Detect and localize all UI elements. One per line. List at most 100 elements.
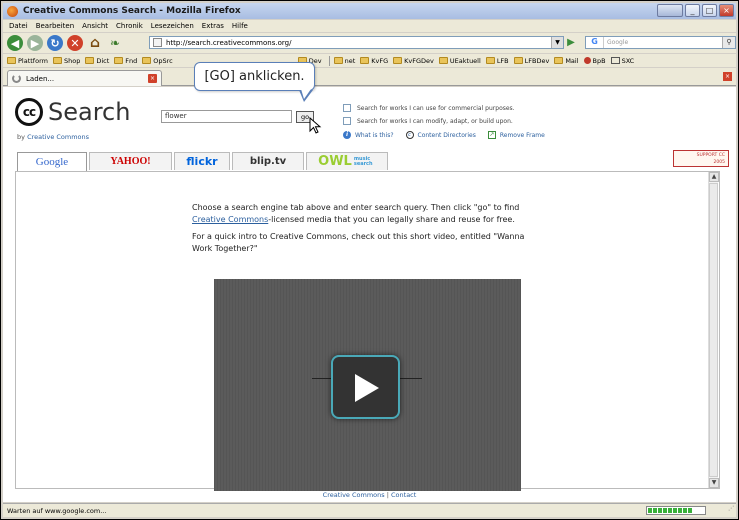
footer-cc-link[interactable]: Creative Commons (323, 491, 385, 499)
maximize-button[interactable]: □ (702, 4, 717, 17)
footer-contact-link[interactable]: Contact (391, 491, 416, 499)
commercial-checkbox[interactable] (343, 104, 351, 112)
intro-cc-link[interactable]: Creative Commons (192, 215, 268, 224)
resize-grip-icon[interactable]: ⋰ (712, 505, 734, 515)
scroll-down-icon[interactable]: ▼ (709, 478, 719, 488)
menu-bearbeiten[interactable]: Bearbeiten (36, 22, 74, 30)
tab-bliptv[interactable]: blip.tv (232, 152, 304, 170)
bookmark-folder[interactable]: Fnd (114, 57, 137, 65)
menu-chronik[interactable]: Chronik (116, 22, 143, 30)
bookmark-folder[interactable]: LFBDev (513, 57, 549, 65)
bookmarks-toolbar: Plattform Shop Dict Fnd OpSrc Dev net Kv… (3, 54, 736, 67)
folder-icon (393, 57, 403, 64)
progress-segment (678, 508, 682, 513)
remove-frame-icon: ↗ (487, 131, 496, 139)
google-engine-icon[interactable]: G (586, 37, 604, 48)
folder-icon (360, 57, 370, 64)
tab-owl[interactable]: OWL music search (306, 152, 388, 170)
menu-hilfe[interactable]: Hilfe (232, 22, 248, 30)
close-button[interactable]: × (719, 4, 734, 17)
logo-search-text: Search (48, 98, 131, 126)
remove-frame-link[interactable]: ↗ Remove Frame (487, 131, 545, 139)
option-modify[interactable]: Search for works I can modify, adapt, or… (343, 117, 513, 125)
bookmark-sxc[interactable]: SXC (610, 57, 634, 65)
modify-checkbox[interactable] (343, 117, 351, 125)
window-bubble-icon (657, 4, 683, 17)
search-input[interactable]: flower (161, 110, 292, 123)
bookmark-folder[interactable]: UEaktuell (438, 57, 481, 65)
window-title: Creative Commons Search - Mozilla Firefo… (23, 6, 241, 16)
cc-logo-icon: cc (15, 98, 43, 126)
cc-search-logo[interactable]: cc Search (15, 98, 130, 126)
back-arrow-icon[interactable]: ◀ (7, 35, 23, 51)
bookmark-folder[interactable]: Shop (52, 57, 80, 65)
what-is-this-link[interactable]: i What is this? (343, 131, 394, 139)
folder-icon (485, 57, 495, 64)
status-bar: Warten auf www.google.com... ⋰ (3, 503, 736, 517)
progress-segment (673, 508, 677, 513)
search-placeholder: Google (607, 39, 629, 46)
leaf-icon[interactable]: ❧ (107, 35, 123, 51)
firefox-icon (7, 5, 18, 17)
bookmark-folder[interactable]: KvFG (360, 57, 388, 65)
scroll-thumb[interactable] (709, 183, 718, 477)
tab-yahoo[interactable]: YAHOO! (89, 152, 172, 170)
folder-icon (114, 57, 124, 64)
folder-icon (333, 57, 343, 64)
url-dropdown-icon[interactable]: ▼ (551, 37, 563, 48)
folder-icon (142, 57, 152, 64)
menu-datei[interactable]: Datei (9, 22, 28, 30)
tab-label: Laden... (26, 74, 55, 83)
creative-commons-link[interactable]: Creative Commons (27, 133, 89, 141)
cc-small-icon: c (405, 131, 414, 139)
folder-icon (554, 57, 564, 64)
web-search-box[interactable]: G Google ⚲ (585, 36, 736, 49)
menu-bar: Datei Bearbeiten Ansicht Chronik Lesezei… (3, 20, 736, 32)
tab-close-icon[interactable]: × (148, 74, 157, 83)
content-directories-link[interactable]: c Content Directories (405, 131, 476, 139)
folder-icon (7, 57, 16, 64)
search-icon[interactable]: ⚲ (722, 37, 735, 48)
bookmark-folder[interactable]: net (333, 57, 355, 65)
play-button[interactable] (331, 355, 400, 419)
url-bar[interactable]: http://search.creativecommons.org/ ▼ (149, 36, 564, 49)
tab-google[interactable]: Google (17, 152, 87, 171)
progress-segment (688, 508, 692, 513)
bookmark-bpb[interactable]: BpB (583, 57, 606, 65)
bookmark-folder[interactable]: Mail (554, 57, 579, 65)
instruction-callout: [GO] anklicken. (194, 62, 315, 91)
bookmark-folder[interactable]: KvFGDev (393, 57, 434, 65)
close-tab-icon[interactable]: × (723, 72, 732, 81)
progress-segment (653, 508, 657, 513)
minimize-button[interactable]: _ (685, 4, 700, 17)
bookmark-folder[interactable]: LFB (485, 57, 509, 65)
forward-arrow-icon[interactable]: ▶ (27, 35, 43, 51)
tab-flickr[interactable]: flickr (174, 152, 230, 170)
folder-icon (52, 57, 62, 64)
page-icon (153, 38, 162, 47)
option-commercial[interactable]: Search for works I can use for commercia… (343, 104, 515, 112)
url-go-icon[interactable]: ▶ (565, 36, 577, 49)
scroll-up-icon[interactable]: ▲ (709, 172, 719, 182)
sxc-icon (610, 57, 620, 64)
reload-icon[interactable]: ↻ (47, 35, 63, 51)
bookmark-folder[interactable]: Dict (85, 57, 109, 65)
stop-icon[interactable]: ✕ (67, 35, 83, 51)
menu-extras[interactable]: Extras (202, 22, 224, 30)
vertical-scrollbar[interactable]: ▲ ▼ (708, 172, 719, 488)
help-links: i What is this? c Content Directories ↗ Rem… (343, 131, 545, 139)
video-player[interactable] (214, 279, 521, 491)
menu-ansicht[interactable]: Ansicht (82, 22, 108, 30)
status-text: Warten auf www.google.com... (7, 506, 107, 515)
tab-loading[interactable]: Laden... × (7, 70, 162, 86)
folder-icon (438, 57, 448, 64)
bookmark-folder[interactable]: Plattform (7, 57, 48, 65)
folder-icon (513, 57, 523, 64)
home-icon[interactable]: ⌂ (87, 35, 103, 51)
play-icon (355, 374, 379, 402)
callout-tail-fill (301, 89, 311, 99)
menu-lesezeichen[interactable]: Lesezeichen (151, 22, 194, 30)
url-text: http://search.creativecommons.org/ (166, 38, 292, 47)
support-cc-badge[interactable]: SUPPORT CC 2005 (673, 150, 729, 167)
bookmark-folder[interactable]: OpSrc (142, 57, 173, 65)
